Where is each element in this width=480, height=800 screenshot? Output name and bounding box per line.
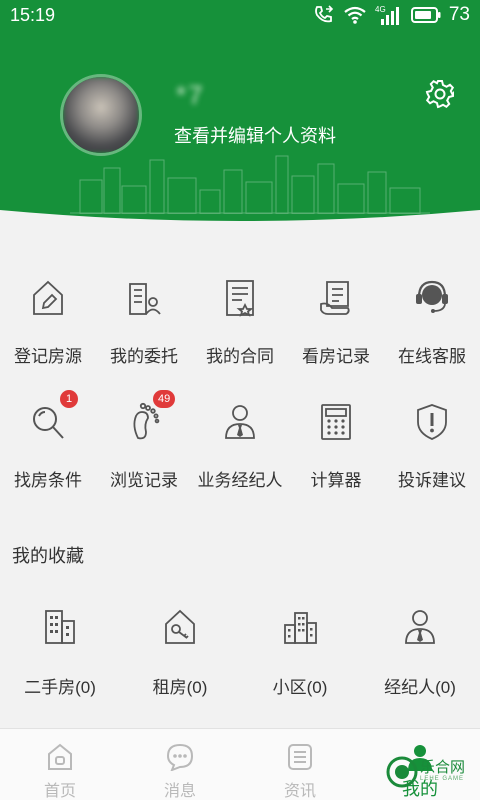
call-forwarding-icon — [314, 5, 333, 23]
browse-history-badge: 49 — [153, 390, 176, 408]
signal-icon: 4G — [375, 5, 399, 25]
agent-icon — [225, 405, 255, 439]
favorite-label: 小区(0) — [272, 678, 328, 697]
menu-item-label: 投诉建议 — [398, 471, 466, 490]
magnifier-icon — [33, 407, 64, 439]
footprint-icon — [133, 402, 160, 440]
city-skyline-decoration — [70, 155, 430, 214]
edit-profile-link[interactable]: 查看并编辑个人资料 — [174, 122, 336, 148]
nav-label: 首页 — [43, 783, 76, 800]
contract-icon — [226, 280, 254, 317]
status-time: 15:19 — [10, 5, 56, 25]
function-menu: 登记房源 我的委托 我的合同 看房记录 在线客服 找房条件 浏览记录 业务经纪人… — [0, 250, 480, 518]
register-listing-button[interactable]: 登记房源 — [0, 250, 96, 374]
menu-item-label: 找房条件 — [14, 471, 82, 490]
browse-history-button[interactable]: 浏览记录 — [96, 374, 192, 498]
favorite-community-button[interactable]: 小区(0) — [240, 585, 360, 715]
favorite-rental-button[interactable]: 租房(0) — [120, 585, 240, 715]
avatar[interactable] — [60, 74, 142, 156]
record-icon — [320, 281, 350, 315]
community-icon — [284, 612, 317, 644]
menu-item-label: 在线客服 — [398, 347, 466, 366]
buildings-icon — [45, 610, 75, 644]
menu-row-1: 登记房源 我的委托 我的合同 看房记录 在线客服 — [0, 250, 480, 374]
status-icons: 4G 73 — [313, 4, 470, 26]
complaint-suggestion-button[interactable]: 投诉建议 — [384, 374, 480, 498]
business-agent-button[interactable]: 业务经纪人 — [192, 374, 288, 498]
gear-icon[interactable] — [424, 78, 456, 110]
viewing-record-button[interactable]: 看房记录 — [288, 250, 384, 374]
favorite-agent-button[interactable]: 经纪人(0) — [360, 585, 480, 715]
search-criteria-badge: 1 — [60, 390, 78, 408]
menu-item-label: 登记房源 — [14, 347, 82, 366]
shield-exclamation-icon — [417, 404, 447, 440]
news-icon — [288, 744, 312, 770]
status-bar: 15:19 4G 73 — [0, 0, 480, 32]
profile-header: 15:19 4G 73 *7 查看并编辑个人资料 — [0, 0, 480, 250]
watermark-icon — [386, 756, 418, 788]
battery-icon — [410, 7, 441, 23]
building-person-icon — [129, 283, 161, 315]
favorites-row: 二手房(0) 租房(0) 小区(0) 经纪人(0) — [0, 585, 480, 715]
favorite-label: 二手房(0) — [24, 678, 96, 697]
favorites-title: 我的收藏 — [12, 546, 84, 566]
search-criteria-button[interactable]: 找房条件 — [0, 374, 96, 498]
wifi-icon — [344, 6, 366, 24]
menu-item-label: 看房记录 — [302, 347, 370, 366]
watermark-logo: 乐合网 LEHE GAME — [386, 750, 480, 798]
watermark-text: 乐合网 — [420, 758, 466, 776]
tab-messages[interactable]: 消息 — [120, 729, 240, 800]
nav-label: 消息 — [163, 783, 196, 800]
nav-label: 资讯 — [283, 783, 316, 800]
favorite-second-hand-button[interactable]: 二手房(0) — [0, 585, 120, 715]
watermark-subtext: LEHE GAME — [420, 776, 465, 782]
calculator-button[interactable]: 计算器 — [288, 374, 384, 498]
chat-icon — [166, 743, 194, 771]
tab-news[interactable]: 资讯 — [240, 729, 360, 800]
battery-level: 73 — [448, 4, 470, 25]
favorite-label: 租房(0) — [152, 678, 208, 697]
my-entrust-button[interactable]: 我的委托 — [96, 250, 192, 374]
agent-icon — [405, 610, 435, 644]
house-pen-icon — [33, 280, 63, 315]
username: *7 — [176, 80, 205, 110]
headset-icon — [416, 280, 448, 313]
menu-item-label: 浏览记录 — [110, 471, 178, 490]
menu-item-label: 业务经纪人 — [197, 471, 283, 490]
house-key-icon — [165, 609, 195, 644]
menu-item-label: 我的委托 — [110, 347, 178, 366]
menu-item-label: 计算器 — [310, 471, 362, 490]
favorite-label: 经纪人(0) — [384, 678, 456, 697]
online-service-button[interactable]: 在线客服 — [384, 250, 480, 374]
my-contract-button[interactable]: 我的合同 — [192, 250, 288, 374]
home-icon — [48, 743, 72, 770]
tab-home[interactable]: 首页 — [0, 729, 120, 800]
network-type-label: 4G — [375, 5, 386, 14]
calculator-icon — [321, 404, 351, 440]
menu-item-label: 我的合同 — [206, 347, 274, 366]
